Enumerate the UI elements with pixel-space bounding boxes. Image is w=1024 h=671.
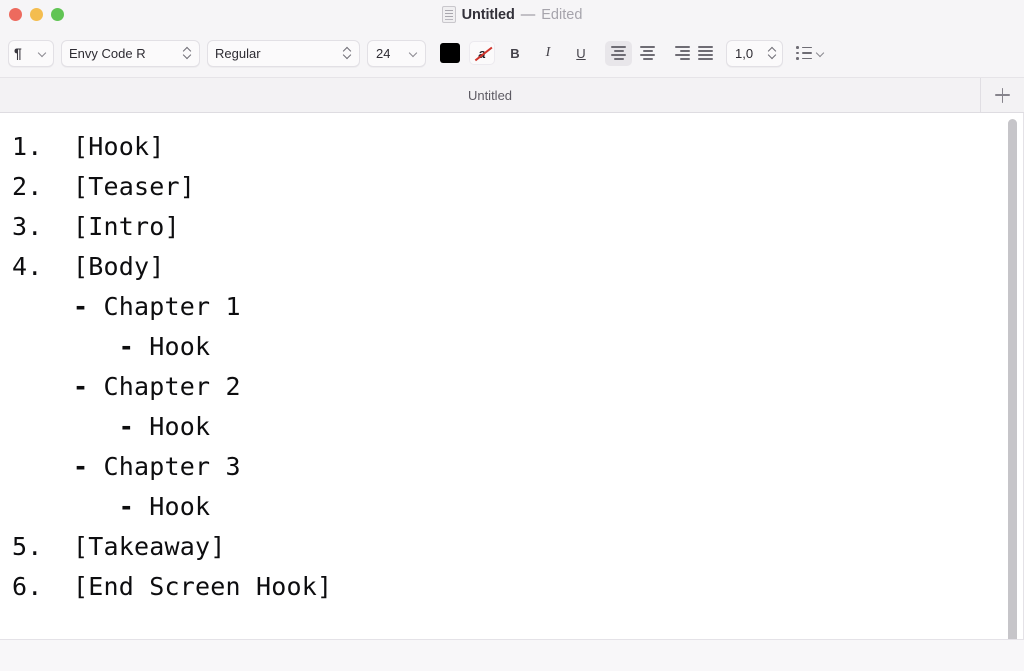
bullet-dash: - xyxy=(73,292,89,321)
chevron-down-icon xyxy=(817,49,826,58)
tab-untitled[interactable]: Untitled xyxy=(0,78,980,112)
bullet-dash: - xyxy=(73,452,89,481)
formatting-toolbar: ¶ Envy Code R Regular 24 a B I U xyxy=(0,29,1024,77)
scrollbar-thumb[interactable] xyxy=(1008,119,1017,639)
window-title: Untitled — Edited xyxy=(0,0,1024,29)
document-icon xyxy=(441,6,456,23)
window-bottom-bar xyxy=(0,639,1024,671)
stepper-icon xyxy=(768,46,777,60)
tab-label: Untitled xyxy=(467,87,513,103)
stepper-icon xyxy=(343,46,352,60)
vertical-scrollbar[interactable] xyxy=(1008,119,1017,639)
bulleted-list-icon xyxy=(796,46,812,60)
font-family-select[interactable]: Envy Code R xyxy=(61,39,200,67)
text-line: 5. [Takeaway] xyxy=(12,532,226,561)
align-justify-button[interactable] xyxy=(692,41,719,66)
text-line: - Hook xyxy=(118,492,211,521)
window-controls xyxy=(0,8,64,21)
font-size-select[interactable]: 24 xyxy=(367,39,426,67)
text-line: - Chapter 2 xyxy=(73,372,241,401)
text-line: - Chapter 1 xyxy=(73,292,241,321)
font-style-value: Regular xyxy=(215,45,261,61)
chevron-down-icon xyxy=(39,49,48,58)
bold-button[interactable]: B xyxy=(502,40,528,66)
title-bar: Untitled — Edited xyxy=(0,0,1024,29)
text-editor-window: Untitled — Edited ¶ Envy Code R Regular … xyxy=(0,0,1024,671)
bullet-dash: - xyxy=(73,372,89,401)
text-line: - Hook xyxy=(118,412,211,441)
new-tab-button[interactable] xyxy=(980,78,1024,112)
plus-icon xyxy=(995,87,1010,103)
color-swatch-icon xyxy=(440,43,460,63)
italic-button[interactable]: I xyxy=(535,40,561,66)
align-left-button[interactable] xyxy=(605,40,632,66)
list-style-dropdown[interactable] xyxy=(796,46,826,60)
font-style-select[interactable]: Regular xyxy=(207,39,360,67)
chevron-down-icon xyxy=(410,49,419,58)
document-area: 1. [Hook] 2. [Teaser] 3. [Intro] 4. [Body] … xyxy=(0,113,1024,639)
text-line: 1. [Hook] xyxy=(12,132,165,161)
font-size-value: 24 xyxy=(376,45,391,61)
text-line: - Chapter 3 xyxy=(73,452,241,481)
maximize-button[interactable] xyxy=(51,8,64,21)
align-right-button[interactable] xyxy=(663,41,690,66)
clear-formatting-button[interactable]: a xyxy=(469,41,495,65)
title-separator: — xyxy=(520,6,536,23)
text-line: 3. [Intro] xyxy=(12,212,180,241)
text-line: 4. [Body] xyxy=(12,252,165,281)
bullet-dash: - xyxy=(118,492,135,521)
close-button[interactable] xyxy=(9,8,22,21)
text-editor-content[interactable]: 1. [Hook] 2. [Teaser] 3. [Intro] 4. [Body] … xyxy=(0,113,1024,639)
text-line: 6. [End Screen Hook] xyxy=(12,572,333,601)
pilcrow-icon: ¶ xyxy=(14,45,22,61)
line-spacing-value: 1,0 xyxy=(735,45,754,61)
align-center-button[interactable] xyxy=(634,41,661,66)
tab-bar: Untitled xyxy=(0,77,1024,113)
bullet-dash: - xyxy=(118,412,135,441)
paragraph-style-dropdown[interactable]: ¶ xyxy=(8,39,54,67)
line-spacing-select[interactable]: 1,0 xyxy=(726,39,783,67)
stepper-icon xyxy=(183,46,192,60)
text-line: - Hook xyxy=(118,332,211,361)
minimize-button[interactable] xyxy=(30,8,43,21)
underline-button[interactable]: U xyxy=(568,40,594,66)
document-edited-state: Edited xyxy=(541,6,583,23)
font-family-value: Envy Code R xyxy=(69,45,146,61)
text-color-button[interactable] xyxy=(438,41,462,65)
window-title-text: Untitled xyxy=(461,6,515,23)
text-line: 2. [Teaser] xyxy=(12,172,196,201)
bullet-dash: - xyxy=(118,332,135,361)
alignment-button-group xyxy=(605,40,719,66)
